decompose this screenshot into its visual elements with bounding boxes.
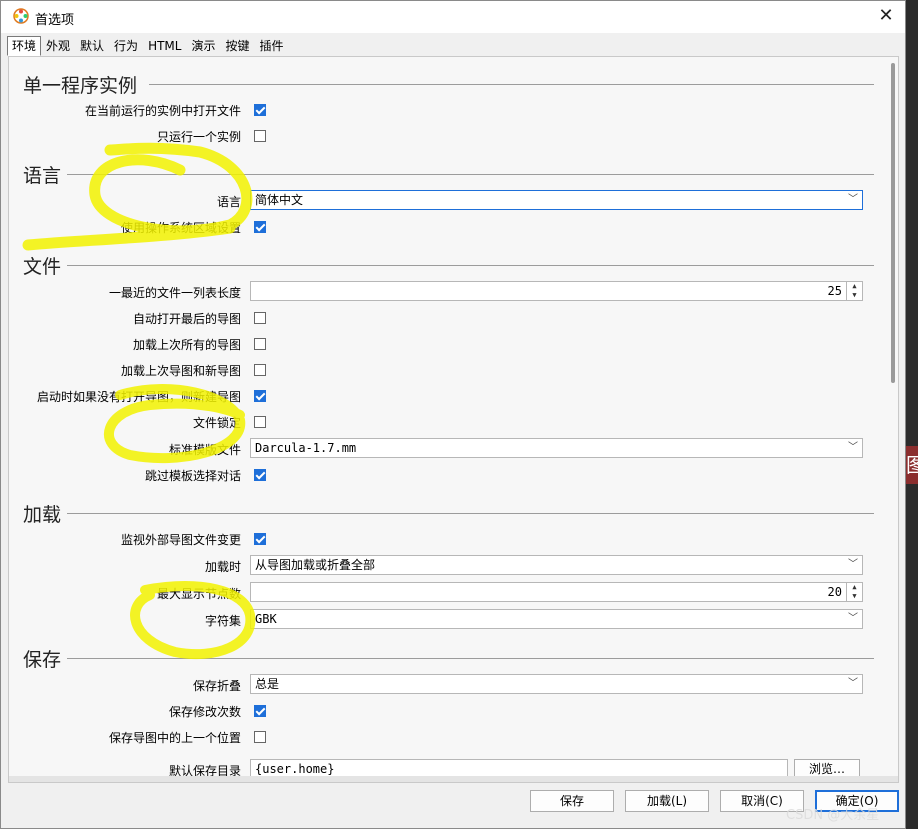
- chevron-down-icon: ﹀: [848, 442, 858, 453]
- open-in-running-label: 在当前运行的实例中打开文件: [84, 104, 241, 118]
- tab-appearance[interactable]: 外观: [41, 36, 75, 56]
- standard-template-select[interactable]: Darcula-1.7.mm ﹀: [250, 438, 863, 458]
- section-divider: [67, 658, 874, 659]
- save-mod-count-checkbox[interactable]: [254, 705, 266, 717]
- on-load-label: 加载时: [204, 560, 241, 574]
- section-loading: 加载: [23, 504, 62, 526]
- use-os-locale-label: 使用操作系统区域设置: [120, 221, 241, 235]
- skip-template-dialog-checkbox[interactable]: [254, 469, 266, 481]
- tab-defaults[interactable]: 默认: [75, 36, 109, 56]
- section-files: 文件: [23, 256, 62, 278]
- max-nodes-value: 20: [827, 585, 842, 599]
- load-last-and-new-checkbox[interactable]: [254, 364, 266, 376]
- section-single-instance: 单一程序实例: [23, 75, 138, 97]
- save-folding-select[interactable]: 总是 ﹀: [250, 674, 863, 694]
- skip-template-dialog-label: 跳过模板选择对话: [144, 469, 241, 483]
- on-load-select[interactable]: 从导图加载或折叠全部 ﹀: [250, 555, 863, 575]
- background-window-fragment: 图: [906, 446, 918, 484]
- max-nodes-label: 最大显示节点数: [156, 587, 241, 601]
- charset-label: 字符集: [204, 614, 241, 628]
- spinner-arrows-icon[interactable]: ▲ ▼: [846, 282, 862, 300]
- language-label: 语言: [216, 195, 241, 209]
- load-button[interactable]: 加载(L): [625, 790, 709, 812]
- tab-plugins[interactable]: 插件: [255, 36, 289, 56]
- open-in-running-checkbox[interactable]: [254, 104, 266, 116]
- tab-behavior[interactable]: 行为: [109, 36, 143, 56]
- charset-select[interactable]: GBK ﹀: [250, 609, 863, 629]
- horizontal-scrollbar[interactable]: [9, 776, 898, 782]
- spinner-arrows-icon[interactable]: ▲ ▼: [846, 583, 862, 601]
- chevron-down-icon: ﹀: [848, 559, 858, 570]
- watch-external-label: 监视外部导图文件变更: [120, 533, 241, 547]
- watch-external-checkbox[interactable]: [254, 533, 266, 545]
- load-all-last-label: 加载上次所有的导图: [132, 338, 241, 352]
- chevron-down-icon: ﹀: [848, 194, 858, 205]
- section-divider: [149, 84, 874, 85]
- load-last-and-new-label: 加载上次导图和新导图: [120, 364, 241, 378]
- settings-panel: 单一程序实例 在当前运行的实例中打开文件 只运行一个实例 语言 语言 简体中文 ﹀…: [8, 56, 899, 783]
- save-last-position-label: 保存导图中的上一个位置: [108, 731, 241, 745]
- section-save: 保存: [23, 649, 62, 671]
- save-button[interactable]: 保存: [530, 790, 614, 812]
- create-new-if-none-label: 启动时如果没有打开导图，则新建导图: [36, 390, 241, 404]
- single-instance-label: 只运行一个实例: [156, 130, 241, 144]
- use-os-locale-checkbox[interactable]: [254, 221, 266, 233]
- auto-open-last-checkbox[interactable]: [254, 312, 266, 324]
- save-last-position-checkbox[interactable]: [254, 731, 266, 743]
- recent-list-length-label: 一最近的文件一列表长度: [108, 286, 241, 300]
- chevron-down-icon: ﹀: [848, 678, 858, 689]
- load-all-last-checkbox[interactable]: [254, 338, 266, 350]
- tab-environment[interactable]: 环境: [7, 36, 42, 56]
- single-instance-checkbox[interactable]: [254, 130, 266, 142]
- title-bar[interactable]: 首选项 ✕: [1, 1, 905, 33]
- file-lock-label: 文件锁定: [192, 416, 241, 430]
- section-language: 语言: [23, 165, 62, 187]
- section-divider: [67, 265, 874, 266]
- close-icon[interactable]: ✕: [875, 5, 897, 27]
- watermark: CSDN @大余星: [786, 808, 880, 823]
- save-folding-value: 总是: [255, 677, 280, 691]
- tab-keys[interactable]: 按键: [220, 36, 254, 56]
- standard-template-value: Darcula-1.7.mm: [255, 441, 357, 455]
- section-divider: [67, 513, 874, 514]
- language-value: 简体中文: [255, 193, 304, 207]
- charset-value: GBK: [255, 612, 277, 626]
- app-logo-icon: [13, 8, 29, 24]
- chevron-down-icon: ﹀: [848, 613, 858, 624]
- auto-open-last-label: 自动打开最后的导图: [132, 312, 241, 326]
- tab-html[interactable]: HTML: [143, 36, 186, 56]
- save-mod-count-label: 保存修改次数: [168, 705, 241, 719]
- preferences-window: 首选项 ✕ 环境 外观 默认 行为 HTML 演示 按键 插件 单一程序实例 在…: [0, 0, 906, 829]
- vertical-scrollbar[interactable]: [891, 63, 895, 383]
- max-nodes-spinner[interactable]: 20 ▲ ▼: [250, 582, 863, 602]
- window-title: 首选项: [35, 13, 75, 28]
- section-divider: [67, 174, 874, 175]
- recent-list-length-spinner[interactable]: 25 ▲ ▼: [250, 281, 863, 301]
- language-select[interactable]: 简体中文 ﹀: [250, 190, 863, 210]
- recent-list-length-value: 25: [827, 284, 842, 298]
- on-load-value: 从导图加载或折叠全部: [255, 558, 376, 572]
- tab-bar: 环境 外观 默认 行为 HTML 演示 按键 插件: [7, 36, 289, 56]
- create-new-if-none-checkbox[interactable]: [254, 390, 266, 402]
- file-lock-checkbox[interactable]: [254, 416, 266, 428]
- standard-template-label: 标准模版文件: [168, 443, 241, 457]
- save-folding-label: 保存折叠: [192, 679, 241, 693]
- tab-presentation[interactable]: 演示: [186, 36, 220, 56]
